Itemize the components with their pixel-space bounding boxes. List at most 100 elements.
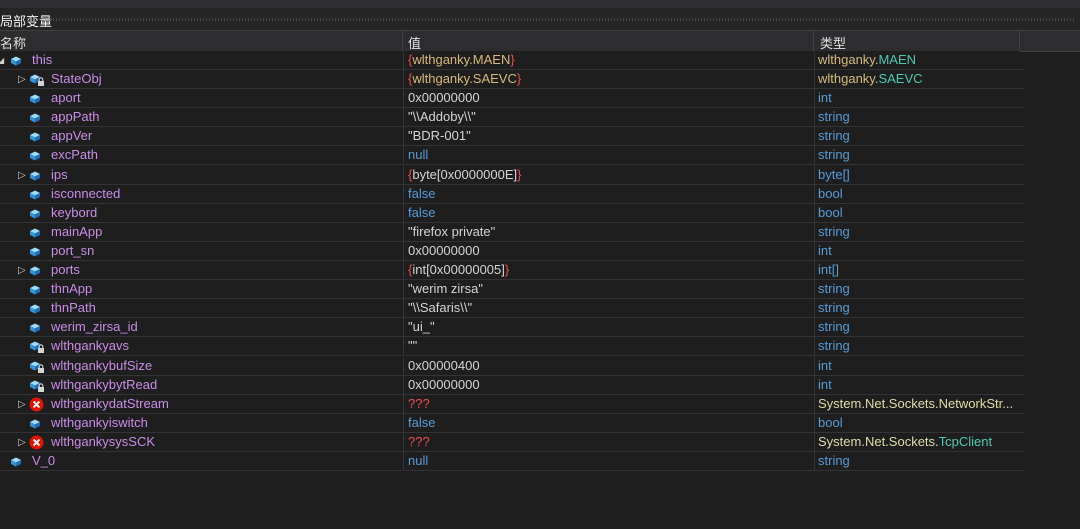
- value-cell[interactable]: 0x00000000: [403, 375, 818, 395]
- name-cell[interactable]: ▷ ports: [0, 261, 402, 281]
- column-header-value[interactable]: 值: [408, 33, 421, 52]
- locals-row[interactable]: thnPath "\\Safaris\\" string: [0, 299, 1024, 319]
- type-cell: wlthganky.MAEN: [814, 51, 1024, 70]
- value-cell[interactable]: {wlthganky.SAEVC}: [403, 70, 818, 90]
- value-cell[interactable]: 0x00000400: [403, 356, 818, 376]
- name-cell[interactable]: werim_zirsa_id: [0, 318, 402, 338]
- value-cell[interactable]: "firefox private": [403, 222, 818, 242]
- locals-row[interactable]: wlthgankyavs "" string: [0, 337, 1024, 357]
- value-cell[interactable]: false: [403, 203, 818, 223]
- locals-row[interactable]: appVer "BDR-001" string: [0, 127, 1024, 147]
- name-cell[interactable]: keybord: [0, 204, 402, 223]
- value-cell[interactable]: "ui_": [403, 318, 818, 338]
- value-cell[interactable]: 0x00000000: [403, 89, 818, 109]
- locals-row[interactable]: ▷ wlthgankysysSCK??? System.Net.Sockets.Tc…: [0, 432, 1024, 452]
- variable-value: false: [408, 204, 436, 220]
- name-cell[interactable]: wlthgankybufSize: [0, 357, 402, 376]
- field-icon: [10, 455, 23, 467]
- value-cell[interactable]: "werim zirsa": [403, 280, 818, 300]
- field-icon: [29, 169, 42, 181]
- field-icon: [29, 245, 42, 257]
- locals-row[interactable]: ▷ ports {int[0x00000005]} int[]: [0, 261, 1024, 281]
- locals-row[interactable]: mainApp "firefox private" string: [0, 222, 1024, 242]
- value-cell[interactable]: "\\Safaris\\": [403, 299, 818, 319]
- locals-row[interactable]: V_0 null string: [0, 451, 1024, 472]
- locals-row[interactable]: ▷ ips {byte[0x0000000E]} byte[]: [0, 165, 1024, 185]
- variable-name: wlthgankysysSCK: [51, 433, 156, 449]
- column-header-type[interactable]: 类型: [820, 33, 846, 52]
- name-cell[interactable]: aport: [0, 89, 402, 109]
- name-cell[interactable]: wlthgankybytRead: [0, 376, 402, 395]
- name-cell[interactable]: appVer: [0, 127, 402, 147]
- name-cell[interactable]: ▷ StateObj: [0, 70, 402, 90]
- value-cell[interactable]: "\\Addoby\\": [403, 108, 818, 128]
- name-cell[interactable]: mainApp: [0, 223, 402, 242]
- name-cell[interactable]: appPath: [0, 108, 402, 128]
- column-resize-handle[interactable]: [1019, 31, 1020, 51]
- type-cell: string: [814, 127, 1024, 147]
- error-icon: [29, 435, 44, 450]
- variable-name: aport: [51, 90, 81, 106]
- value-cell[interactable]: null: [403, 451, 818, 471]
- value-cell[interactable]: null: [403, 146, 818, 166]
- variable-value: null: [408, 452, 429, 468]
- type-cell: bool: [814, 203, 1024, 223]
- name-cell[interactable]: thnApp: [0, 280, 402, 300]
- collapse-arrow-icon[interactable]: ◢: [0, 52, 4, 69]
- name-cell[interactable]: ▷ ips: [0, 166, 402, 185]
- expand-arrow-icon[interactable]: ▷: [18, 167, 26, 184]
- name-cell[interactable]: excPath: [0, 146, 402, 166]
- field-icon: [29, 149, 42, 161]
- variable-value: "BDR-001": [408, 128, 471, 144]
- name-cell[interactable]: port_sn: [0, 242, 402, 261]
- panel-grip[interactable]: [50, 18, 1074, 21]
- variable-type: bool: [818, 414, 843, 430]
- value-cell[interactable]: {wlthganky.MAEN}: [403, 51, 818, 70]
- locals-row[interactable]: isconnected false bool: [0, 184, 1024, 204]
- value-cell[interactable]: ???: [403, 432, 818, 452]
- locals-row[interactable]: appPath "\\Addoby\\" string: [0, 108, 1024, 128]
- locals-row[interactable]: ▷ wlthgankydatStream??? System.Net.Sockets…: [0, 394, 1024, 414]
- locals-row[interactable]: thnApp "werim zirsa" string: [0, 280, 1024, 300]
- name-cell[interactable]: wlthgankyiswitch: [0, 414, 402, 433]
- value-cell[interactable]: false: [403, 184, 818, 204]
- name-cell[interactable]: isconnected: [0, 185, 402, 204]
- locals-row[interactable]: wlthgankyiswitch false bool: [0, 413, 1024, 433]
- expand-arrow-icon[interactable]: ▷: [18, 396, 26, 413]
- value-cell[interactable]: ???: [403, 394, 818, 414]
- expand-arrow-icon[interactable]: ▷: [18, 262, 26, 279]
- column-resize-handle[interactable]: [402, 31, 403, 51]
- variable-value: {wlthganky.MAEN}: [408, 52, 515, 67]
- name-cell[interactable]: V_0: [0, 452, 402, 471]
- locals-row[interactable]: werim_zirsa_id "ui_" string: [0, 318, 1024, 338]
- locals-row[interactable]: excPath null string: [0, 146, 1024, 166]
- value-cell[interactable]: false: [403, 413, 818, 433]
- locals-row[interactable]: wlthgankybufSize 0x00000400 int: [0, 356, 1024, 376]
- locals-row[interactable]: wlthgankybytRead 0x00000000 int: [0, 375, 1024, 395]
- type-cell: wlthganky.SAEVC: [814, 70, 1024, 90]
- expand-arrow-icon[interactable]: ▷: [18, 71, 26, 88]
- variable-type: string: [818, 281, 850, 297]
- field-icon: [29, 283, 42, 295]
- locals-row[interactable]: port_sn 0x00000000 int: [0, 241, 1024, 262]
- locals-row[interactable]: ◢ this {wlthganky.MAEN} wlthganky.MAEN: [0, 51, 1024, 71]
- column-header-name[interactable]: 名称: [0, 33, 26, 52]
- locals-row[interactable]: aport 0x00000000 int: [0, 89, 1024, 109]
- value-cell[interactable]: {int[0x00000005]}: [403, 261, 818, 281]
- name-cell[interactable]: ▷ wlthgankydatStream: [0, 395, 402, 414]
- variable-type: string: [818, 300, 850, 316]
- locals-row[interactable]: ▷ StateObj {wlthganky.SAEVC} wlthganky.SAEV…: [0, 70, 1024, 90]
- name-cell[interactable]: ◢ this: [0, 51, 402, 70]
- name-cell[interactable]: thnPath: [0, 299, 402, 319]
- value-cell[interactable]: "BDR-001": [403, 127, 818, 147]
- value-cell[interactable]: {byte[0x0000000E]}: [403, 165, 818, 185]
- column-resize-handle[interactable]: [813, 31, 814, 51]
- expand-arrow-icon[interactable]: ▷: [18, 434, 26, 451]
- name-cell[interactable]: wlthgankyavs: [0, 337, 402, 357]
- name-cell[interactable]: ▷ wlthgankysysSCK: [0, 433, 402, 452]
- value-cell[interactable]: 0x00000000: [403, 241, 818, 261]
- locals-row[interactable]: keybord false bool: [0, 203, 1024, 223]
- variable-name: ips: [51, 166, 68, 182]
- type-cell: int: [814, 356, 1024, 376]
- value-cell[interactable]: "": [403, 337, 818, 357]
